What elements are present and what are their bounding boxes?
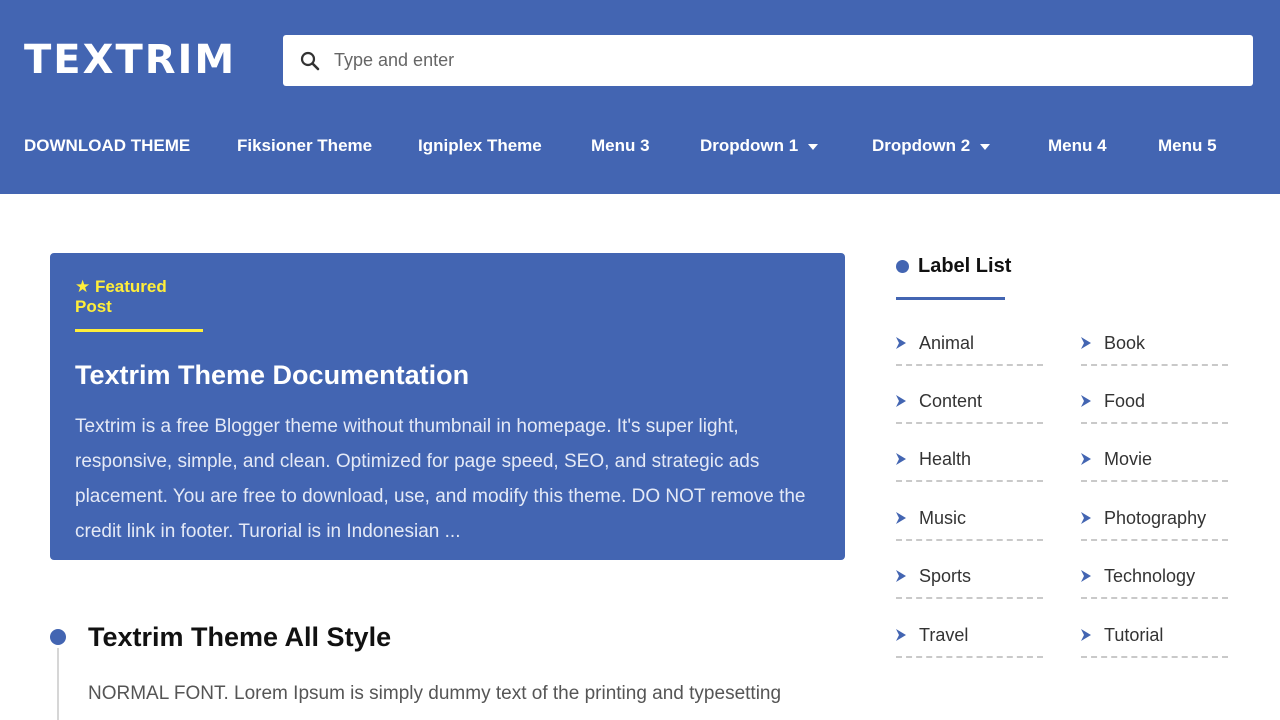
chevron-right-icon: [1081, 570, 1091, 582]
timeline-line: [57, 648, 59, 720]
heading-dot-icon: [896, 260, 909, 273]
featured-post-title[interactable]: Textrim Theme Documentation: [75, 360, 820, 391]
heading-underline: [896, 297, 1005, 300]
label-item-food[interactable]: Food: [1081, 380, 1228, 424]
chevron-right-icon: [1081, 512, 1091, 524]
label-item-music[interactable]: Music: [896, 497, 1043, 541]
nav-item-label: DOWNLOAD THEME: [24, 136, 191, 155]
label-item-text: Tutorial: [1104, 624, 1164, 645]
caret-down-icon: [808, 143, 819, 150]
nav-item-label: Menu 5: [1158, 136, 1217, 155]
label-item-text: Animal: [919, 332, 975, 353]
nav-item-dropdown-2[interactable]: Dropdown 2: [872, 122, 991, 170]
featured-post-description: Textrim is a free Blogger theme without …: [75, 416, 806, 542]
label-item-health[interactable]: Health: [896, 438, 1043, 482]
label-list-heading: Label List: [896, 255, 1011, 278]
label-item-sports[interactable]: Sports: [896, 555, 1043, 599]
label-item-movie[interactable]: Movie: [1081, 438, 1228, 482]
search-input[interactable]: [334, 50, 1214, 71]
chevron-right-icon: [896, 453, 906, 465]
chevron-right-icon: [896, 629, 906, 641]
site-logo[interactable]: TEXTRIM: [24, 36, 236, 84]
nav-item-label: Menu 4: [1048, 136, 1107, 155]
nav-item-download-theme[interactable]: DOWNLOAD THEME: [24, 122, 190, 170]
label-item-text: Food: [1104, 390, 1146, 411]
label-list-heading-text: Label List: [918, 255, 1012, 277]
chevron-right-icon: [1081, 629, 1091, 641]
label-item-tutorial[interactable]: Tutorial: [1081, 614, 1228, 658]
chevron-right-icon: [896, 337, 906, 349]
chevron-right-icon: [896, 570, 906, 582]
label-item-book[interactable]: Book: [1081, 322, 1228, 366]
nav-item-label: Dropdown 1: [700, 136, 799, 155]
nav-item-fiksioner-theme[interactable]: Fiksioner Theme: [237, 122, 372, 170]
nav-item-igniplex-theme[interactable]: Igniplex Theme: [418, 122, 542, 170]
nav-item-menu-5[interactable]: Menu 5: [1158, 122, 1217, 170]
main-nav: DOWNLOAD THEME Fiksioner Theme Igniplex …: [0, 122, 1280, 170]
label-item-photography[interactable]: Photography: [1081, 497, 1228, 541]
featured-post-card: ★ Featured Post Textrim Theme Documentat…: [50, 253, 845, 560]
chevron-right-icon: [896, 395, 906, 407]
label-item-text: Photography: [1104, 507, 1207, 528]
chevron-right-icon: [1081, 453, 1091, 465]
label-item-animal[interactable]: Animal: [896, 322, 1043, 366]
label-item-text: Technology: [1104, 565, 1196, 586]
post-title[interactable]: Textrim Theme All Style: [88, 622, 391, 653]
timeline-dot: [50, 629, 66, 645]
search-icon: [300, 51, 320, 70]
search-box[interactable]: [283, 35, 1253, 86]
nav-item-label: Fiksioner Theme: [237, 136, 373, 155]
chevron-right-icon: [896, 512, 906, 524]
nav-item-menu-4[interactable]: Menu 4: [1048, 122, 1107, 170]
nav-item-label: Menu 3: [591, 136, 650, 155]
site-header: TEXTRIM DOWNLOAD THEME Fiksioner Theme I…: [0, 0, 1280, 194]
post-excerpt: NORMAL FONT. Lorem Ipsum is simply dummy…: [88, 683, 782, 704]
nav-item-label: Igniplex Theme: [418, 136, 542, 155]
nav-item-menu-3[interactable]: Menu 3: [591, 122, 650, 170]
label-item-text: Content: [919, 390, 983, 411]
featured-post-label: ★ Featured Post: [75, 277, 203, 332]
nav-item-dropdown-1[interactable]: Dropdown 1: [700, 122, 819, 170]
label-item-text: Travel: [919, 624, 969, 645]
chevron-right-icon: [1081, 337, 1091, 349]
label-item-text: Music: [919, 507, 967, 528]
label-item-technology[interactable]: Technology: [1081, 555, 1228, 599]
label-item-travel[interactable]: Travel: [896, 614, 1043, 658]
chevron-right-icon: [1081, 395, 1091, 407]
nav-item-label: Dropdown 2: [872, 136, 971, 155]
label-item-text: Health: [919, 448, 972, 469]
label-item-text: Book: [1104, 332, 1146, 353]
label-item-text: Sports: [919, 565, 972, 586]
caret-down-icon: [980, 143, 991, 150]
label-item-content[interactable]: Content: [896, 380, 1043, 424]
label-item-text: Movie: [1104, 448, 1153, 469]
